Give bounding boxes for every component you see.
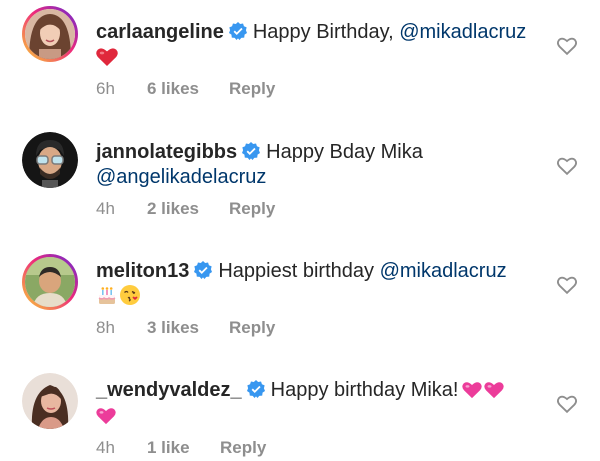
comment-username[interactable]: _wendyvaldez_ [96, 379, 242, 401]
pink-heart-emoji [96, 408, 116, 425]
red-heart-emoji [96, 48, 118, 66]
avatar[interactable] [22, 132, 78, 188]
heart-outline-icon[interactable] [556, 35, 578, 57]
mention-link[interactable]: @mikadlacruz [399, 21, 526, 43]
verified-badge-icon [228, 22, 247, 40]
verified-badge-icon [246, 380, 265, 398]
avatar[interactable] [22, 373, 78, 429]
reply-button[interactable]: Reply [220, 438, 266, 458]
comment-username[interactable]: jannolategibbs [96, 141, 237, 163]
comment-time: 4h [96, 199, 115, 218]
mention-link[interactable]: @mikadlacruz [380, 260, 507, 282]
heart-outline-icon[interactable] [556, 393, 578, 415]
heart-outline-icon[interactable] [556, 274, 578, 296]
comment-text: Happy Bday Mika [266, 141, 423, 163]
avatar[interactable] [22, 254, 78, 310]
pink-heart-emoji [483, 382, 504, 399]
verified-badge-icon [242, 142, 261, 160]
comment-time: 6h [96, 79, 115, 98]
comment-username[interactable]: meliton13 [96, 260, 189, 282]
comment-text: Happy Birthday, [252, 21, 400, 43]
birthday-cake-emoji [98, 287, 116, 304]
likes-count[interactable]: 2 likes [147, 199, 199, 219]
face-blowing-kiss-emoji [120, 285, 140, 305]
likes-count[interactable]: 3 likes [147, 318, 199, 338]
reply-button[interactable]: Reply [229, 199, 275, 219]
likes-count[interactable]: 1 like [147, 438, 190, 458]
comment-text: Happy birthday Mika! [270, 379, 459, 401]
comment-text: Happiest birthday [218, 260, 380, 282]
avatar[interactable] [22, 6, 78, 62]
comment-username[interactable]: carlaangeline [96, 21, 224, 43]
heart-outline-icon[interactable] [556, 155, 578, 177]
mention-link[interactable]: @angelikadelacruz [96, 166, 266, 188]
pink-heart-emoji [461, 382, 482, 399]
comment-time: 4h [96, 438, 115, 457]
verified-badge-icon [194, 261, 213, 279]
reply-button[interactable]: Reply [229, 79, 275, 99]
likes-count[interactable]: 6 likes [147, 79, 199, 99]
reply-button[interactable]: Reply [229, 318, 275, 338]
comment-time: 8h [96, 318, 115, 337]
